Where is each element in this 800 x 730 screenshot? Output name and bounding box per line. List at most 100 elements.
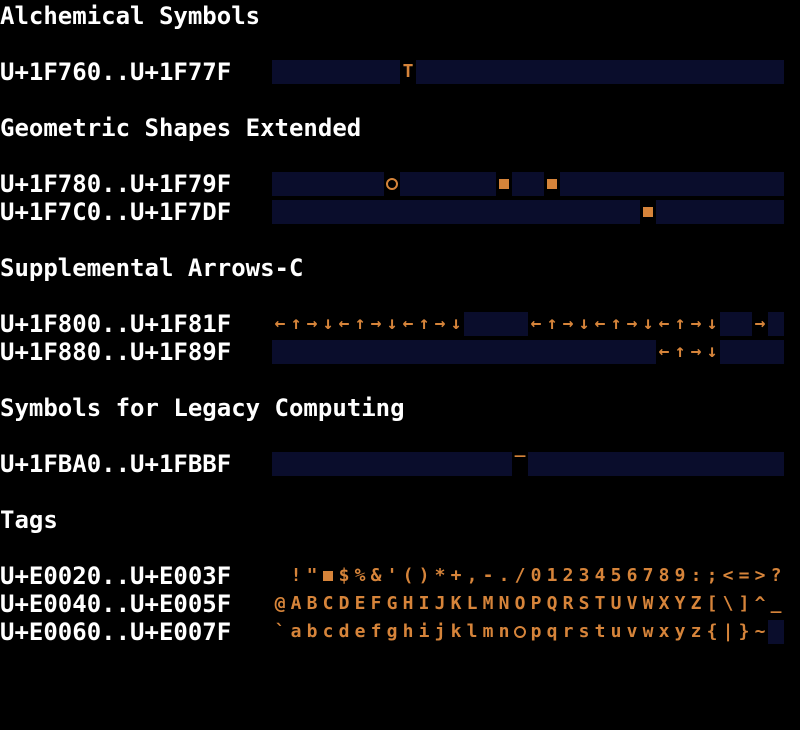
glyph-cell: k <box>448 620 464 644</box>
range-row: U+1F760..U+1F77F T <box>0 58 784 86</box>
glyph-strip: @ A B C D E F G H I J K L M N O P Q R S T U V W X Y Z[\] ^ _ <box>272 592 800 616</box>
glyph-strip: ← ↑ → ↓ ← ↑ → ↓ ← ↑ → ↓ ← ↑ → ↓ ← ↑ → ↓ ← ↑ → ↓ → <box>272 312 800 336</box>
glyph-cell: 4 <box>592 564 608 588</box>
unassigned-cell <box>768 172 784 196</box>
unassigned-cell <box>720 60 736 84</box>
glyph-cell: X <box>656 592 672 616</box>
glyph-cell: Y <box>672 592 688 616</box>
unassigned-cell <box>704 172 720 196</box>
unassigned-cell <box>752 452 768 476</box>
section-title-arrows: Supplemental Arrows-C <box>0 254 304 282</box>
glyph-cell: U <box>608 592 624 616</box>
unassigned-cell <box>368 200 384 224</box>
unassigned-cell <box>464 200 480 224</box>
glyph-cell: ← <box>336 312 352 336</box>
ring-glyph-cell <box>384 172 400 196</box>
unassigned-cell <box>688 172 704 196</box>
unassigned-cell <box>416 452 432 476</box>
unassigned-cell <box>672 452 688 476</box>
unassigned-cell <box>736 340 752 364</box>
glyph-cell: 7 <box>640 564 656 588</box>
glyph-cell: s <box>576 620 592 644</box>
square-glyph <box>643 207 653 217</box>
glyph-cell: B <box>304 592 320 616</box>
glyph-cell: p <box>528 620 544 644</box>
glyph-cell: I <box>416 592 432 616</box>
section-title-legacy: Symbols for Legacy Computing <box>0 394 405 422</box>
unassigned-cell <box>560 200 576 224</box>
unassigned-cell <box>624 340 640 364</box>
glyph-strip: T <box>272 60 800 84</box>
unassigned-cell <box>272 200 288 224</box>
glyph-cell: Z <box>688 592 704 616</box>
glyph-cell: $ <box>336 564 352 588</box>
unassigned-cell <box>768 452 784 476</box>
unassigned-cell <box>304 452 320 476</box>
unassigned-cell <box>336 60 352 84</box>
glyph-cell: d <box>336 620 352 644</box>
glyph-cell: ] <box>736 592 752 616</box>
unassigned-cell <box>736 312 752 336</box>
glyph-cell: , <box>464 564 480 588</box>
glyph-cell: K <box>448 592 464 616</box>
unassigned-cell <box>448 60 464 84</box>
glyph-cell: > <box>752 564 768 588</box>
unassigned-cell <box>288 452 304 476</box>
glyph-cell: 1 <box>544 564 560 588</box>
glyph-cell: M <box>480 592 496 616</box>
unassigned-cell <box>688 452 704 476</box>
square-glyph-cell <box>640 200 656 224</box>
range-label: U+1F780..U+1F79F <box>0 170 232 198</box>
glyph-cell: f <box>368 620 384 644</box>
unassigned-cell <box>368 60 384 84</box>
unassigned-cell <box>656 452 672 476</box>
glyph-cell: a <box>288 620 304 644</box>
glyph-cell: ↑ <box>672 312 688 336</box>
unassigned-cell <box>400 172 416 196</box>
glyph-strip: ← ↑ → ↓ <box>272 340 800 364</box>
glyph-cell: A <box>288 592 304 616</box>
unassigned-cell <box>432 452 448 476</box>
unassigned-cell <box>576 340 592 364</box>
unassigned-cell <box>352 452 368 476</box>
unassigned-cell <box>384 452 400 476</box>
glyph-cell: ↑ <box>352 312 368 336</box>
unassigned-cell <box>576 452 592 476</box>
unassigned-cell <box>320 60 336 84</box>
unassigned-cell <box>608 340 624 364</box>
range-row: U+1F7C0..U+1F7DF <box>0 198 784 226</box>
glyph-cell: F <box>368 592 384 616</box>
unassigned-cell <box>352 340 368 364</box>
unassigned-cell <box>544 340 560 364</box>
glyph-cell: 6 <box>624 564 640 588</box>
glyph-cell: ← <box>656 312 672 336</box>
square-glyph <box>547 179 557 189</box>
unassigned-cell <box>384 60 400 84</box>
glyph-cell: → <box>688 340 704 364</box>
glyph-cell: R <box>560 592 576 616</box>
unassigned-cell <box>336 340 352 364</box>
range-label: U+1FBA0..U+1FBBF <box>0 450 232 478</box>
unassigned-cell <box>352 200 368 224</box>
unassigned-cell <box>720 172 736 196</box>
unassigned-cell <box>288 340 304 364</box>
glyph-cell: < <box>720 564 736 588</box>
glyph-cell: ← <box>528 312 544 336</box>
unassigned-cell <box>640 340 656 364</box>
range-label: U+E0020..U+E003F <box>0 562 232 590</box>
glyph-cell: → <box>432 312 448 336</box>
range-row: U+1F880..U+1F89F ← ↑ → ↓ <box>0 338 784 366</box>
unassigned-cell <box>336 200 352 224</box>
glyph-cell: c <box>320 620 336 644</box>
unassigned-cell <box>416 340 432 364</box>
glyph-cell: E <box>352 592 368 616</box>
unassigned-cell <box>464 312 480 336</box>
unassigned-cell <box>432 172 448 196</box>
range-row: U+E0060..U+E007F ` a b c d e f g h i j k l m n p q r s t u v w… <box>0 618 784 646</box>
unassigned-cell <box>400 452 416 476</box>
unassigned-cell <box>704 452 720 476</box>
glyph-cell: ↓ <box>704 340 720 364</box>
unassigned-cell <box>304 60 320 84</box>
unassigned-cell <box>752 60 768 84</box>
unassigned-cell <box>432 340 448 364</box>
